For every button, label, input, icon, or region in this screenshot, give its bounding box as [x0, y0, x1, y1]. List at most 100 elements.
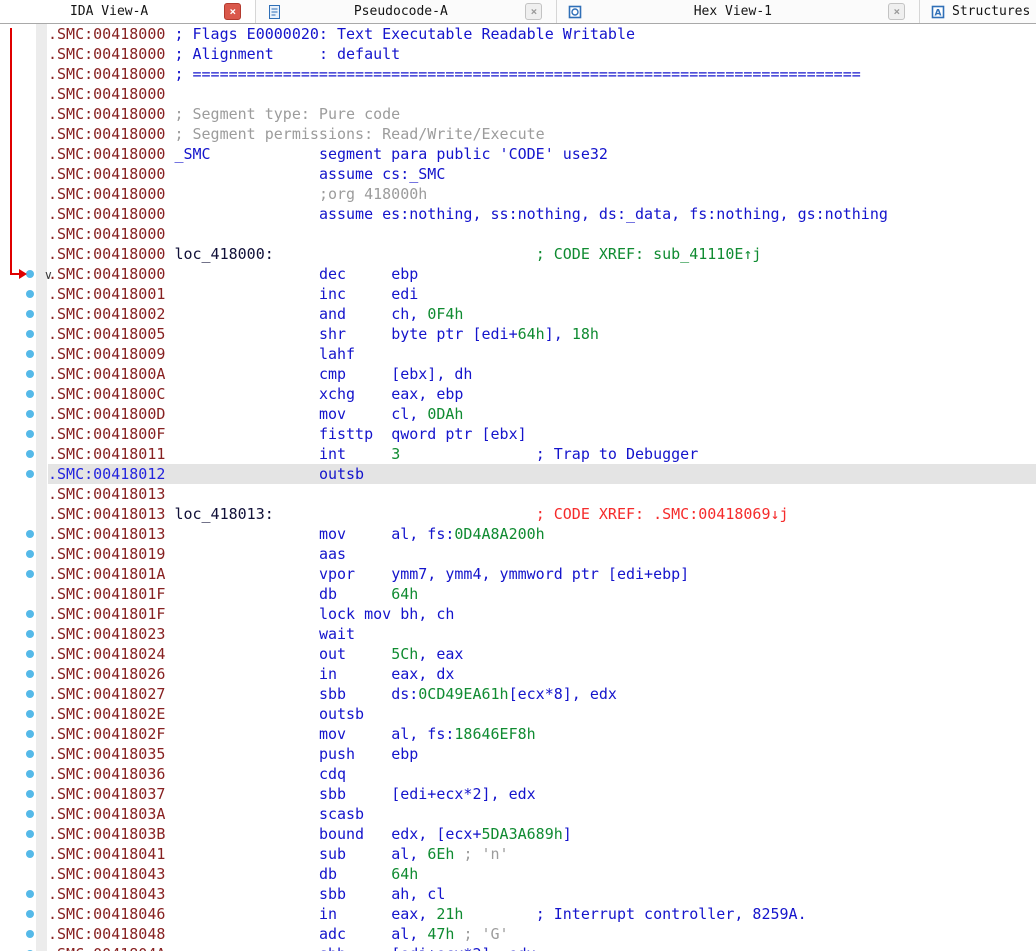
code-segment: in — [318, 905, 337, 923]
code-line: .SMC:0041801F lock mov bh, ch — [48, 604, 1036, 624]
address: .SMC:0041803B — [48, 825, 166, 843]
tab-pseudocode-a[interactable]: Pseudocode-A × — [256, 0, 558, 23]
address: .SMC:00418023 — [48, 625, 166, 643]
code-segment: and — [318, 305, 347, 323]
disasm-row[interactable]: .SMC:0041803B bound edx, [ecx+5DA3A689h] — [0, 824, 1036, 844]
disasm-row[interactable]: .SMC:0041801F db 64h — [0, 584, 1036, 604]
code-segment: 0CD49EA61h — [418, 685, 509, 703]
disasm-row[interactable]: .SMC:0041804A sbb [edi+ecx*2], edx — [0, 944, 1036, 951]
disasm-row[interactable]: .SMC:00418035 push ebp — [0, 744, 1036, 764]
row-margin — [0, 864, 48, 884]
code-line: .SMC:0041804A sbb [edi+ecx*2], edx — [48, 944, 1036, 951]
code-line: .SMC:00418000 ; Flags E0000020: Text Exe… — [48, 24, 1036, 44]
row-margin — [0, 924, 48, 944]
address: .SMC:00418000 — [48, 165, 166, 183]
disasm-row[interactable]: .SMC:00418011 int 3 ; Trap to Debugger — [0, 444, 1036, 464]
disasm-row[interactable]: .SMC:00418000 ; Alignment : default — [0, 44, 1036, 64]
disasm-row[interactable]: .SMC:00418043 sbb ah, cl — [0, 884, 1036, 904]
disasm-row[interactable]: .SMC:0041802F mov al, fs:18646EF8h — [0, 724, 1036, 744]
tab-ida-view-a[interactable]: IDA View-A × — [0, 0, 257, 23]
disasm-row[interactable]: .SMC:00418000 — [0, 84, 1036, 104]
disasm-row[interactable]: .SMC:00418000 — [0, 224, 1036, 244]
code-line: .SMC:00418000 loc_418000: ; CODE XREF: s… — [48, 244, 1036, 264]
row-margin — [0, 64, 48, 84]
code-line: .SMC:0041800D mov cl, 0DAh — [48, 404, 1036, 424]
disasm-row[interactable]: .SMC:00418026 in eax, dx — [0, 664, 1036, 684]
disasm-row[interactable]: .SMC:00418000 assume cs:_SMC — [0, 164, 1036, 184]
disasm-row[interactable]: .SMC:00418000 _SMC segment para public '… — [0, 144, 1036, 164]
disasm-row[interactable]: .SMC:0041800A cmp [ebx], dh — [0, 364, 1036, 384]
disasm-row[interactable]: .SMC:0041800C xchg eax, ebp — [0, 384, 1036, 404]
address: .SMC:00418000 — [48, 45, 166, 63]
nav-dot-icon — [26, 730, 34, 738]
disasm-row[interactable]: .SMC:00418000 assume es:nothing, ss:noth… — [0, 204, 1036, 224]
disasm-row[interactable]: .SMC:00418023 wait — [0, 624, 1036, 644]
disasm-row[interactable]: .SMC:00418013 — [0, 484, 1036, 504]
nav-dot-icon — [26, 650, 34, 658]
close-icon[interactable]: × — [888, 3, 906, 20]
disasm-row[interactable]: .SMC:0041800F fisttp qword ptr [ebx] — [0, 424, 1036, 444]
disasm-row[interactable]: .SMC:00418019 aas — [0, 544, 1036, 564]
disasm-row[interactable]: .SMC:00418048 adc al, 47h ; 'G' — [0, 924, 1036, 944]
disasm-row[interactable]: .SMC:00418000 ; Flags E0000020: Text Exe… — [0, 24, 1036, 44]
disasm-row[interactable]: .SMC:00418000 ; ========================… — [0, 64, 1036, 84]
disasm-row[interactable]: .SMC:00418012 outsb — [0, 464, 1036, 484]
tab-structures[interactable]: A Structures — [920, 0, 1036, 23]
close-icon[interactable]: × — [224, 3, 242, 20]
collapse-chevron-icon[interactable]: ∨ — [44, 265, 53, 285]
nav-dot-icon — [26, 810, 34, 818]
code-segment: ] — [562, 825, 572, 843]
disasm-row[interactable]: .SMC:00418027 sbb ds:0CD49EA61h[ecx*8], … — [0, 684, 1036, 704]
tab-label: Pseudocode-A — [353, 4, 448, 19]
address: .SMC:00418001 — [48, 285, 166, 303]
code-segment: 21h — [436, 905, 464, 923]
tab-hex-view-1[interactable]: Hex View-1 × — [557, 0, 921, 23]
address: .SMC:00418011 — [48, 445, 166, 463]
disasm-row[interactable]: .SMC:00418000 ; Segment type: Pure code — [0, 104, 1036, 124]
disasm-row[interactable]: .SMC:00418001 inc edi — [0, 284, 1036, 304]
disasm-row[interactable]: .SMC:00418013 loc_418013: ; CODE XREF: .… — [0, 504, 1036, 524]
nav-dot-icon — [26, 530, 34, 538]
disasm-row[interactable]: .SMC:00418000 dec ebp ∨ — [0, 264, 1036, 284]
address: .SMC:00418000 — [48, 185, 166, 203]
code-line: .SMC:00418012 outsb — [48, 464, 1036, 484]
disasm-row[interactable]: .SMC:0041800D mov cl, 0DAh — [0, 404, 1036, 424]
row-margin — [0, 524, 48, 544]
code-segment: al, — [391, 925, 428, 943]
disasm-row[interactable]: .SMC:00418024 out 5Ch, eax — [0, 644, 1036, 664]
code-segment: ch, — [391, 305, 428, 323]
disasm-row[interactable]: .SMC:00418002 and ch, 0F4h — [0, 304, 1036, 324]
address: .SMC:00418000 — [48, 145, 166, 163]
code-segment: in — [318, 665, 337, 683]
disasm-row[interactable]: .SMC:00418000 ; Segment permissions: Rea… — [0, 124, 1036, 144]
disasm-row[interactable]: .SMC:0041801F lock mov bh, ch — [0, 604, 1036, 624]
disasm-row[interactable]: .SMC:00418043 db 64h — [0, 864, 1036, 884]
code-segment: 0DAh — [427, 405, 464, 423]
disasm-row[interactable]: .SMC:0041801A vpor ymm7, ymm4, ymmword p… — [0, 564, 1036, 584]
nav-dot-icon — [26, 350, 34, 358]
disassembly-listing[interactable]: .SMC:00418000 ; Flags E0000020: Text Exe… — [0, 24, 1036, 951]
disasm-row[interactable]: .SMC:00418037 sbb [edi+ecx*2], edx — [0, 784, 1036, 804]
address: .SMC:00418000 — [48, 125, 166, 143]
disasm-row[interactable]: .SMC:0041803A scasb — [0, 804, 1036, 824]
code-segment: eax, — [391, 905, 437, 923]
disasm-row[interactable]: .SMC:00418005 shr byte ptr [edi+64h], 18… — [0, 324, 1036, 344]
row-margin — [0, 644, 48, 664]
disasm-row[interactable]: .SMC:00418041 sub al, 6Eh ; 'n' — [0, 844, 1036, 864]
close-icon[interactable]: × — [525, 3, 543, 20]
row-margin — [0, 504, 48, 524]
disasm-row[interactable]: .SMC:00418036 cdq — [0, 764, 1036, 784]
disasm-row[interactable]: .SMC:00418000 ;org 418000h — [0, 184, 1036, 204]
code-segment: loc_418013: — [174, 505, 274, 523]
address: .SMC:00418024 — [48, 645, 166, 663]
disasm-row[interactable]: .SMC:00418013 mov al, fs:0D4A8A200h — [0, 524, 1036, 544]
disasm-row[interactable]: .SMC:00418000 loc_418000: ; CODE XREF: s… — [0, 244, 1036, 264]
row-margin — [0, 444, 48, 464]
disasm-row[interactable]: .SMC:00418046 in eax, 21h ; Interrupt co… — [0, 904, 1036, 924]
code-segment: vpor — [318, 565, 356, 583]
row-margin — [0, 784, 48, 804]
code-segment: out — [318, 645, 347, 663]
code-line: .SMC:0041802E outsb — [48, 704, 1036, 724]
disasm-row[interactable]: .SMC:0041802E outsb — [0, 704, 1036, 724]
disasm-row[interactable]: .SMC:00418009 lahf — [0, 344, 1036, 364]
